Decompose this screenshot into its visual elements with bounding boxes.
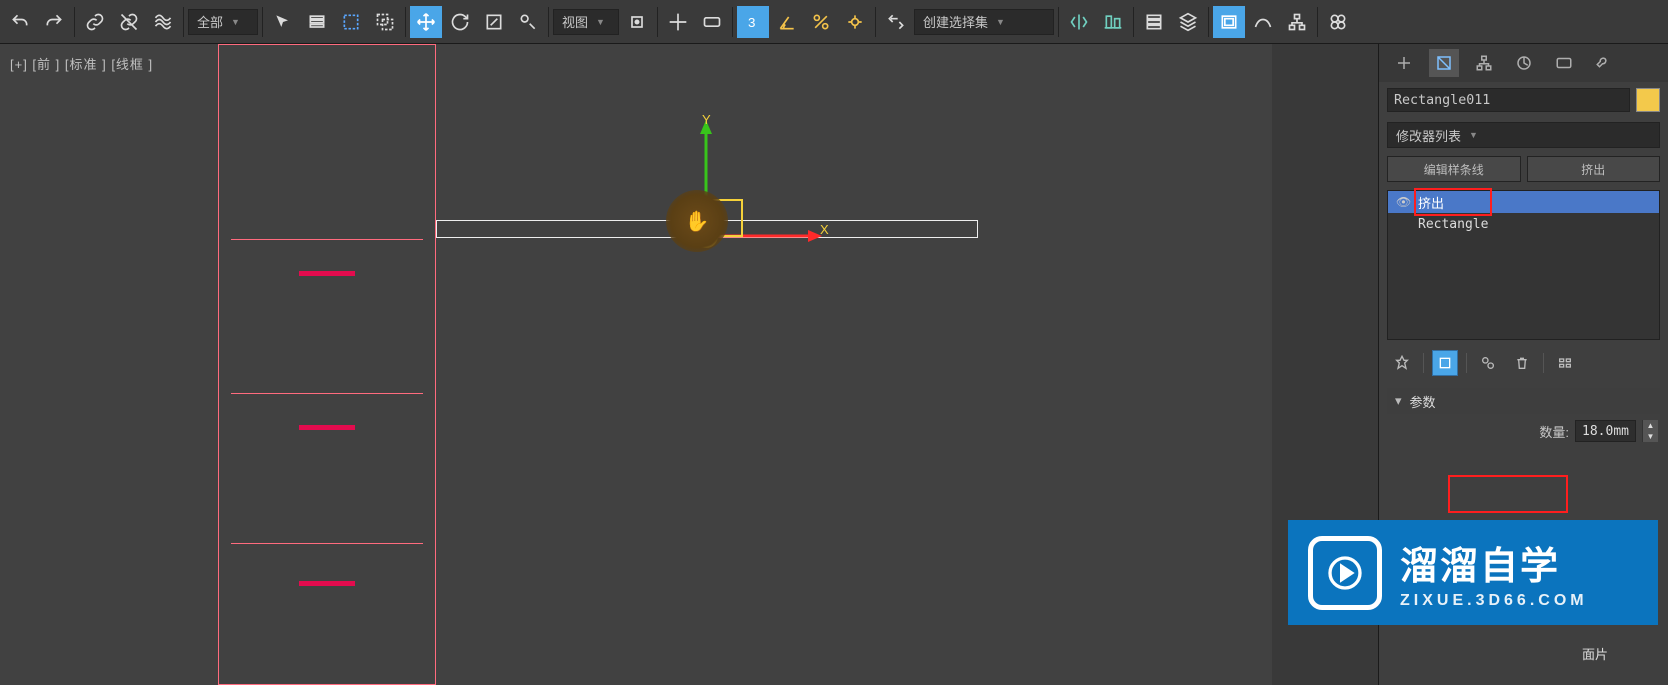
- chevron-down-icon: ▼: [1469, 130, 1478, 140]
- align-button[interactable]: [1097, 6, 1129, 38]
- remove-modifier-button[interactable]: [1509, 350, 1535, 376]
- watermark-banner: 溜溜自学 ZIXUE.3D66.COM: [1288, 520, 1658, 625]
- toggle-scene-explorer-button[interactable]: [1172, 6, 1204, 38]
- rotate-button[interactable]: [444, 6, 476, 38]
- cursor-highlight: ✋: [666, 190, 728, 252]
- select-object-button[interactable]: [267, 6, 299, 38]
- hierarchy-tab[interactable]: [1469, 49, 1499, 77]
- mirror-button[interactable]: [1063, 6, 1095, 38]
- viewport-front[interactable]: [+] [前 ] [标准 ] [线框 ] Y X ✋: [0, 44, 1272, 685]
- percent-snap-button[interactable]: [805, 6, 837, 38]
- placement-button[interactable]: [512, 6, 544, 38]
- move-gizmo: [700, 116, 900, 316]
- named-selection-label: 创建选择集: [923, 12, 988, 31]
- ref-coord-label: 视图: [562, 12, 588, 31]
- modifier-row-rectangle[interactable]: · Rectangle: [1388, 213, 1659, 235]
- show-end-result-button[interactable]: [1432, 350, 1458, 376]
- watermark-logo: [1308, 536, 1382, 610]
- undo-button[interactable]: [4, 6, 36, 38]
- toggle-ribbon-button[interactable]: [1213, 6, 1245, 38]
- redo-button[interactable]: [38, 6, 70, 38]
- extrude-button[interactable]: 挤出: [1527, 156, 1661, 182]
- eye-icon: 👁: [1396, 195, 1410, 209]
- edit-named-selection-button[interactable]: [880, 6, 912, 38]
- red-highlight-extrude: [1414, 188, 1492, 216]
- modifier-list-select[interactable]: 修改器列表 ▼: [1387, 122, 1660, 148]
- watermark-url: ZIXUE.3D66.COM: [1400, 592, 1588, 610]
- window-crossing-button[interactable]: [369, 6, 401, 38]
- rollout-parameters[interactable]: 参数: [1387, 388, 1660, 414]
- amount-row: 数量: 18.0mm ▲▼: [1379, 414, 1668, 448]
- viewport-label: [+] [前 ] [标准 ] [线框 ]: [10, 54, 153, 73]
- edit-spline-button[interactable]: 编辑样条线: [1387, 156, 1521, 182]
- motion-tab[interactable]: [1509, 49, 1539, 77]
- snap-toggle-button[interactable]: 3: [737, 6, 769, 38]
- configure-sets-button[interactable]: [1552, 350, 1578, 376]
- material-editor-button[interactable]: [1322, 6, 1354, 38]
- keyboard-shortcut-button[interactable]: [696, 6, 728, 38]
- amount-value: 18.0mm: [1576, 424, 1635, 439]
- scale-button[interactable]: [478, 6, 510, 38]
- select-manipulate-button[interactable]: [662, 6, 694, 38]
- base-object-name: Rectangle: [1418, 217, 1488, 232]
- command-panel-tabs: [1379, 44, 1668, 82]
- amount-label: 数量:: [1539, 422, 1569, 441]
- hand-cursor-icon: ✋: [685, 209, 710, 234]
- svg-text:3: 3: [748, 15, 755, 30]
- chevron-down-icon: ▼: [231, 17, 240, 27]
- modify-tab[interactable]: [1429, 49, 1459, 77]
- make-unique-button[interactable]: [1475, 350, 1501, 376]
- ref-coord-select[interactable]: 视图 ▼: [553, 9, 619, 35]
- amount-spinner[interactable]: 18.0mm: [1575, 420, 1636, 442]
- rollout-label: 参数: [1410, 392, 1436, 411]
- object-color-swatch[interactable]: [1636, 88, 1660, 112]
- chevron-down-icon: ▼: [996, 17, 1005, 27]
- amount-spinner-arrows[interactable]: ▲▼: [1642, 420, 1658, 442]
- unlink-button[interactable]: [113, 6, 145, 38]
- link-button[interactable]: [79, 6, 111, 38]
- utilities-tab[interactable]: [1589, 49, 1619, 77]
- layer-explorer-button[interactable]: [1138, 6, 1170, 38]
- modifier-list-label: 修改器列表: [1396, 126, 1461, 145]
- selection-filter-select[interactable]: 全部 ▼: [188, 9, 258, 35]
- modifier-stack-tools: [1379, 344, 1668, 382]
- display-tab[interactable]: [1549, 49, 1579, 77]
- main-toolbar: 全部 ▼ 视图 ▼ 3 创建选择集 ▼: [0, 0, 1668, 44]
- bind-space-warp-button[interactable]: [147, 6, 179, 38]
- cabinet-outline: [218, 44, 436, 685]
- pin-stack-button[interactable]: [1389, 350, 1415, 376]
- move-button[interactable]: [410, 6, 442, 38]
- named-selection-select[interactable]: 创建选择集 ▼: [914, 9, 1054, 35]
- red-highlight-amount: [1448, 475, 1568, 513]
- modifier-stack[interactable]: 👁 挤出 · Rectangle: [1387, 190, 1660, 340]
- curve-editor-button[interactable]: [1247, 6, 1279, 38]
- rectangle-selection-button[interactable]: [335, 6, 367, 38]
- schematic-view-button[interactable]: [1281, 6, 1313, 38]
- face-label: 面片: [1582, 644, 1608, 663]
- axis-y-label: Y: [702, 112, 711, 127]
- create-tab[interactable]: [1389, 49, 1419, 77]
- watermark-title: 溜溜自学: [1400, 535, 1588, 590]
- use-pivot-center-button[interactable]: [621, 6, 653, 38]
- angle-snap-button[interactable]: [771, 6, 803, 38]
- selection-filter-label: 全部: [197, 12, 223, 31]
- spinner-snap-button[interactable]: [839, 6, 871, 38]
- object-name-input[interactable]: [1387, 88, 1630, 112]
- axis-x-label: X: [820, 222, 829, 237]
- chevron-down-icon: ▼: [596, 17, 605, 27]
- select-by-name-button[interactable]: [301, 6, 333, 38]
